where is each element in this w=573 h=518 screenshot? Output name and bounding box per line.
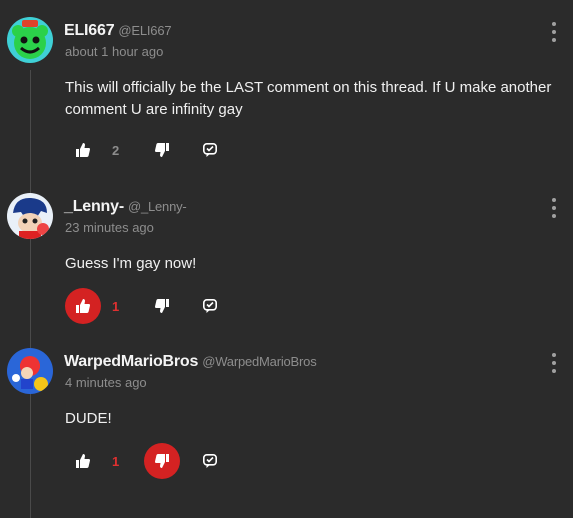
comment-actions: 1 [0, 443, 573, 483]
thumbs-down-icon [155, 299, 169, 313]
thumbs-up-icon [76, 143, 90, 157]
like-button[interactable] [65, 132, 101, 168]
username[interactable]: _Lenny- @_Lenny- [64, 198, 187, 216]
dislike-button[interactable] [144, 288, 180, 324]
user-handle: @WarpedMarioBros [202, 354, 317, 369]
comment-text: Guess I'm gay now! [65, 255, 197, 272]
timestamp: about 1 hour ago [65, 44, 164, 59]
thumbs-down-icon [155, 143, 169, 157]
like-count: 2 [112, 143, 120, 158]
timestamp: 23 minutes ago [65, 220, 154, 235]
avatar[interactable] [7, 17, 53, 63]
comment-actions: 1 [0, 288, 573, 328]
reply-icon [203, 299, 217, 313]
thumbs-up-icon [76, 454, 90, 468]
username[interactable]: WarpedMarioBros @WarpedMarioBros [64, 353, 317, 371]
avatar[interactable] [7, 348, 53, 394]
like-count: 1 [112, 299, 120, 314]
username-text[interactable]: ELI667 [64, 22, 115, 39]
timestamp: 4 minutes ago [65, 375, 147, 390]
reply-button[interactable] [192, 132, 228, 168]
reply-button[interactable] [192, 443, 228, 479]
username-text[interactable]: WarpedMarioBros [64, 353, 198, 370]
user-handle: @_Lenny- [127, 199, 187, 214]
reply-icon [203, 143, 217, 157]
comment-text: This will officially be the LAST comment… [65, 79, 552, 118]
more-vertical-icon[interactable] [548, 198, 560, 218]
like-count: 1 [112, 454, 120, 469]
avatar[interactable] [7, 193, 53, 239]
comment-actions: 2 [0, 132, 573, 172]
like-button[interactable] [65, 443, 101, 479]
more-vertical-icon[interactable] [548, 353, 560, 373]
thumbs-up-icon [76, 299, 90, 313]
comment-text: DUDE! [65, 410, 112, 427]
reply-button[interactable] [192, 288, 228, 324]
more-vertical-icon[interactable] [548, 22, 560, 42]
like-button[interactable] [65, 288, 101, 324]
username[interactable]: ELI667 @ELI667 [64, 22, 172, 40]
dislike-button[interactable] [144, 132, 180, 168]
dislike-button[interactable] [144, 443, 180, 479]
user-handle: @ELI667 [118, 23, 172, 38]
thumbs-down-icon [155, 454, 169, 468]
reply-icon [203, 454, 217, 468]
username-text[interactable]: _Lenny- [64, 198, 124, 215]
